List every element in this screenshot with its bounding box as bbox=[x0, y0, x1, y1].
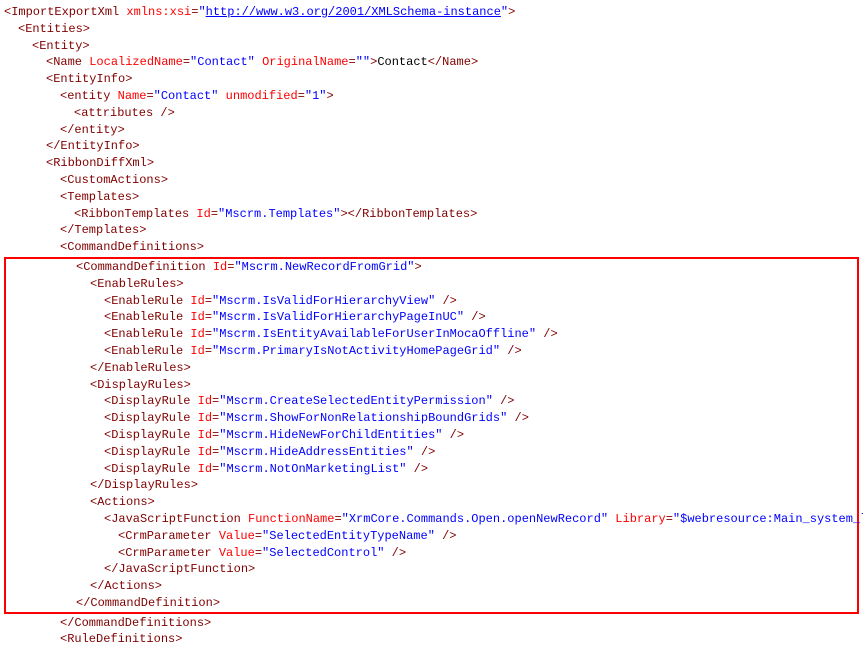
xml-line: <DisplayRule Id="Mscrm.ShowForNonRelatio… bbox=[6, 410, 857, 427]
xml-line: <entity Name="Contact" unmodified="1"> bbox=[4, 88, 859, 105]
xml-line: </EnableRules> bbox=[6, 360, 857, 377]
xml-line: <RibbonDiffXml> bbox=[4, 155, 859, 172]
xml-line: <RibbonTemplates Id="Mscrm.Templates"></… bbox=[4, 206, 859, 223]
xml-line: <JavaScriptFunction FunctionName="XrmCor… bbox=[6, 511, 857, 528]
highlighted-section: <CommandDefinition Id="Mscrm.NewRecordFr… bbox=[4, 257, 859, 614]
xml-line: <Name LocalizedName="Contact" OriginalNa… bbox=[4, 54, 859, 71]
xml-line: <DisplayRule Id="Mscrm.CreateSelectedEnt… bbox=[6, 393, 857, 410]
xml-line: <DisplayRules> bbox=[6, 377, 857, 394]
xml-line: <EnableRule Id="Mscrm.PrimaryIsNotActivi… bbox=[6, 343, 857, 360]
xmlns-url[interactable]: http://www.w3.org/2001/XMLSchema-instanc… bbox=[206, 5, 501, 19]
xml-line: <Entities> bbox=[4, 21, 859, 38]
xml-line: </Actions> bbox=[6, 578, 857, 595]
xml-line: <EnableRule Id="Mscrm.IsEntityAvailableF… bbox=[6, 326, 857, 343]
xml-line: </entity> bbox=[4, 122, 859, 139]
xml-line: </JavaScriptFunction> bbox=[6, 561, 857, 578]
xml-line: <EnableRule Id="Mscrm.IsValidForHierarch… bbox=[6, 293, 857, 310]
xml-line: <CustomActions> bbox=[4, 172, 859, 189]
xml-line: <CommandDefinitions> bbox=[4, 239, 859, 256]
xml-line: <RuleDefinitions> bbox=[4, 631, 859, 648]
xml-line: <CommandDefinition Id="Mscrm.NewRecordFr… bbox=[6, 259, 857, 276]
xml-line: <DisplayRule Id="Mscrm.HideNewForChildEn… bbox=[6, 427, 857, 444]
xml-line: <Templates> bbox=[4, 189, 859, 206]
xml-line: <DisplayRule Id="Mscrm.HideAddressEntiti… bbox=[6, 444, 857, 461]
xml-line: <Entity> bbox=[4, 38, 859, 55]
xml-line: </Templates> bbox=[4, 222, 859, 239]
xml-line: <EnableRule Id="Mscrm.IsValidForHierarch… bbox=[6, 309, 857, 326]
xml-line: </EntityInfo> bbox=[4, 138, 859, 155]
xml-line: </CommandDefinitions> bbox=[4, 615, 859, 632]
xml-line: </CommandDefinition> bbox=[6, 595, 857, 612]
xml-line: <ImportExportXml xmlns:xsi="http://www.w… bbox=[4, 4, 859, 21]
xml-line: <EnableRules> bbox=[6, 276, 857, 293]
xml-line: <DisplayRule Id="Mscrm.NotOnMarketingLis… bbox=[6, 461, 857, 478]
xml-line: <Actions> bbox=[6, 494, 857, 511]
xml-line: <attributes /> bbox=[4, 105, 859, 122]
xml-code-block: <ImportExportXml xmlns:xsi="http://www.w… bbox=[4, 4, 859, 648]
tag-open: <ImportExportXml bbox=[4, 5, 119, 19]
xml-line: </DisplayRules> bbox=[6, 477, 857, 494]
xml-line: <EntityInfo> bbox=[4, 71, 859, 88]
xml-line: <CrmParameter Value="SelectedControl" /> bbox=[6, 545, 857, 562]
xml-line: <CrmParameter Value="SelectedEntityTypeN… bbox=[6, 528, 857, 545]
